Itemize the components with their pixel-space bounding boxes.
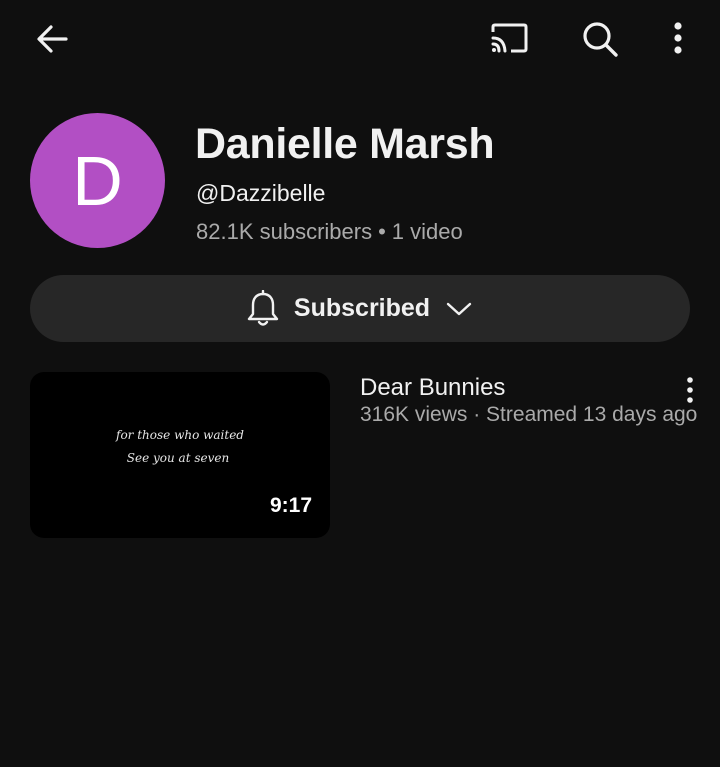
channel-stats: 82.1K subscribers • 1 video bbox=[196, 219, 463, 245]
top-app-bar bbox=[0, 0, 720, 80]
video-count: 1 video bbox=[391, 219, 463, 244]
thumbnail-caption-line-1: for those who waited bbox=[116, 428, 244, 442]
subscribed-button[interactable]: Subscribed bbox=[30, 275, 690, 342]
video-thumbnail[interactable]: for those who waited See you at seven 9:… bbox=[30, 372, 330, 538]
more-vertical-icon bbox=[687, 377, 693, 403]
cast-button[interactable] bbox=[481, 11, 537, 67]
channel-name: Danielle Marsh bbox=[195, 120, 495, 168]
video-more-button[interactable] bbox=[672, 372, 708, 408]
video-meta: 316K views · Streamed 13 days ago bbox=[360, 403, 698, 426]
separator-dot: • bbox=[378, 219, 386, 244]
channel-page: D Danielle Marsh @Dazzibelle 82.1K subsc… bbox=[0, 0, 720, 767]
cast-icon bbox=[491, 23, 528, 53]
more-options-button[interactable] bbox=[650, 11, 706, 67]
subscribed-label: Subscribed bbox=[293, 294, 431, 322]
back-button[interactable] bbox=[24, 11, 80, 67]
video-duration: 9:17 bbox=[269, 494, 312, 517]
chevron-down-icon bbox=[446, 302, 472, 315]
more-vertical-icon bbox=[674, 22, 682, 54]
video-title[interactable]: Dear Bunnies bbox=[360, 374, 505, 402]
arrow-left-icon bbox=[37, 25, 68, 53]
subscriber-count: 82.1K subscribers bbox=[196, 219, 373, 244]
channel-handle: @Dazzibelle bbox=[196, 180, 326, 206]
search-button[interactable] bbox=[572, 11, 628, 67]
bell-icon bbox=[247, 289, 279, 326]
search-icon bbox=[583, 22, 618, 57]
channel-avatar[interactable]: D bbox=[30, 113, 165, 248]
thumbnail-caption-line-2: See you at seven bbox=[126, 451, 230, 465]
